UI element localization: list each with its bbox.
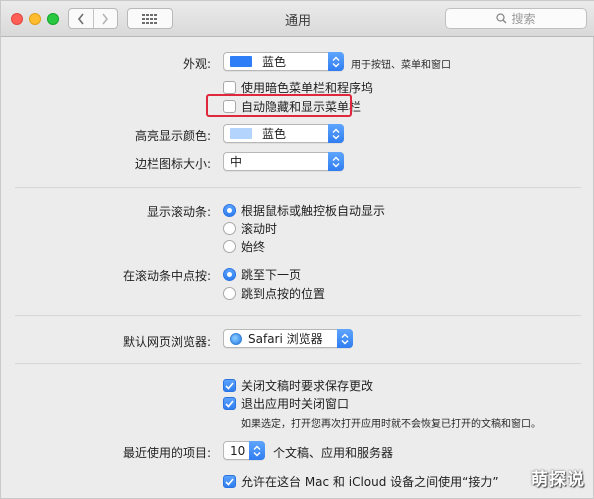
appearance-label: 外观: (182, 57, 211, 71)
scroll-click-option[interactable]: 跳到点按的位置 (223, 285, 325, 302)
default-browser-popup[interactable]: Safari 浏览器 (223, 329, 353, 348)
safari-icon (230, 332, 242, 345)
close-docs-label: 关闭文稿时要求保存更改 (241, 379, 374, 393)
checkmark-icon (225, 399, 234, 408)
recent-items-popup[interactable]: 10 (223, 441, 265, 460)
default-browser-value: Safari 浏览器 (248, 332, 323, 346)
separator (15, 187, 581, 188)
appearance-note: 用于按钮、菜单和窗口 (351, 60, 451, 71)
scroll-click-radio-position[interactable] (223, 287, 236, 300)
scrollbars-option-label: 根据鼠标或触控板自动显示 (241, 204, 386, 218)
popup-arrows-icon (337, 329, 353, 348)
separator (15, 363, 581, 364)
popup-arrows-icon (328, 52, 344, 71)
toolbar: 通用 搜索 (1, 1, 594, 37)
checkmark-icon (225, 477, 234, 486)
recent-items-label: 最近使用的项目: (122, 446, 211, 460)
sidebar-icon-size-popup[interactable]: 中 (223, 152, 344, 171)
red-highlight-box (206, 94, 352, 117)
scroll-click-radio-next-page[interactable] (223, 268, 236, 281)
popup-arrows-icon (328, 152, 344, 171)
appearance-popup[interactable]: 蓝色 (223, 52, 344, 71)
scrollbars-option[interactable]: 根据鼠标或触控板自动显示 (223, 202, 385, 219)
checkmark-icon (225, 381, 234, 390)
scrollbars-radio-scrolling[interactable] (223, 222, 236, 235)
watermark: 萌探说 (531, 470, 585, 490)
highlight-color-popup[interactable]: 蓝色 (223, 124, 344, 143)
scroll-click-option[interactable]: 跳至下一页 (223, 266, 301, 283)
search-placeholder: 搜索 (511, 12, 536, 26)
close-windows-note: 如果选定，打开您再次打开应用时就不会恢复已打开的文稿和窗口。 (241, 419, 541, 430)
appearance-value: 蓝色 (262, 55, 287, 69)
scrollbars-radio-auto[interactable] (223, 204, 236, 217)
recent-items-value: 10 (230, 443, 246, 458)
default-browser-label: 默认网页浏览器: (122, 335, 211, 349)
separator (15, 315, 581, 316)
recent-items-suffix: 个文稿、应用和服务器 (273, 446, 394, 460)
popup-arrows-icon (328, 124, 344, 143)
appearance-color-swatch (230, 56, 252, 67)
sidebar-icon-size-label: 边栏图标大小: (134, 157, 211, 171)
close-docs-checkbox-row[interactable]: 关闭文稿时要求保存更改 (223, 377, 373, 394)
scroll-click-option-label: 跳到点按的位置 (241, 287, 326, 301)
search-icon (496, 13, 507, 24)
close-windows-label: 退出应用时关闭窗口 (241, 397, 350, 411)
scroll-click-label: 在滚动条中点按: (122, 269, 211, 283)
scrollbars-radio-always[interactable] (223, 240, 236, 253)
highlight-color-value: 蓝色 (262, 127, 287, 141)
highlight-color-swatch (230, 128, 252, 139)
scrollbars-option-label: 始终 (241, 240, 266, 254)
dark-menu-checkbox[interactable] (223, 81, 236, 94)
system-preferences-window: 通用 搜索 外观: 蓝色 用于按钮、菜单和窗口 使用暗色菜单栏和程序坞 自动隐藏… (0, 0, 594, 499)
handoff-label: 允许在这台 Mac 和 iCloud 设备之间使用“接力” (241, 475, 499, 489)
handoff-checkbox-row[interactable]: 允许在这台 Mac 和 iCloud 设备之间使用“接力” (223, 473, 499, 490)
highlight-color-label: 高亮显示颜色: (134, 129, 211, 143)
close-windows-checkbox-row[interactable]: 退出应用时关闭窗口 (223, 395, 349, 412)
scroll-click-option-label: 跳至下一页 (241, 268, 302, 282)
scrollbars-option-label: 滚动时 (241, 222, 278, 236)
close-docs-checkbox[interactable] (223, 379, 236, 392)
close-windows-checkbox[interactable] (223, 397, 236, 410)
handoff-checkbox[interactable] (223, 475, 236, 488)
scrollbars-label: 显示滚动条: (146, 205, 211, 219)
search-field[interactable]: 搜索 (445, 8, 587, 29)
scrollbars-option[interactable]: 滚动时 (223, 220, 277, 237)
sidebar-icon-size-value: 中 (230, 155, 243, 169)
popup-arrows-icon (249, 441, 265, 460)
scrollbars-option[interactable]: 始终 (223, 238, 265, 255)
